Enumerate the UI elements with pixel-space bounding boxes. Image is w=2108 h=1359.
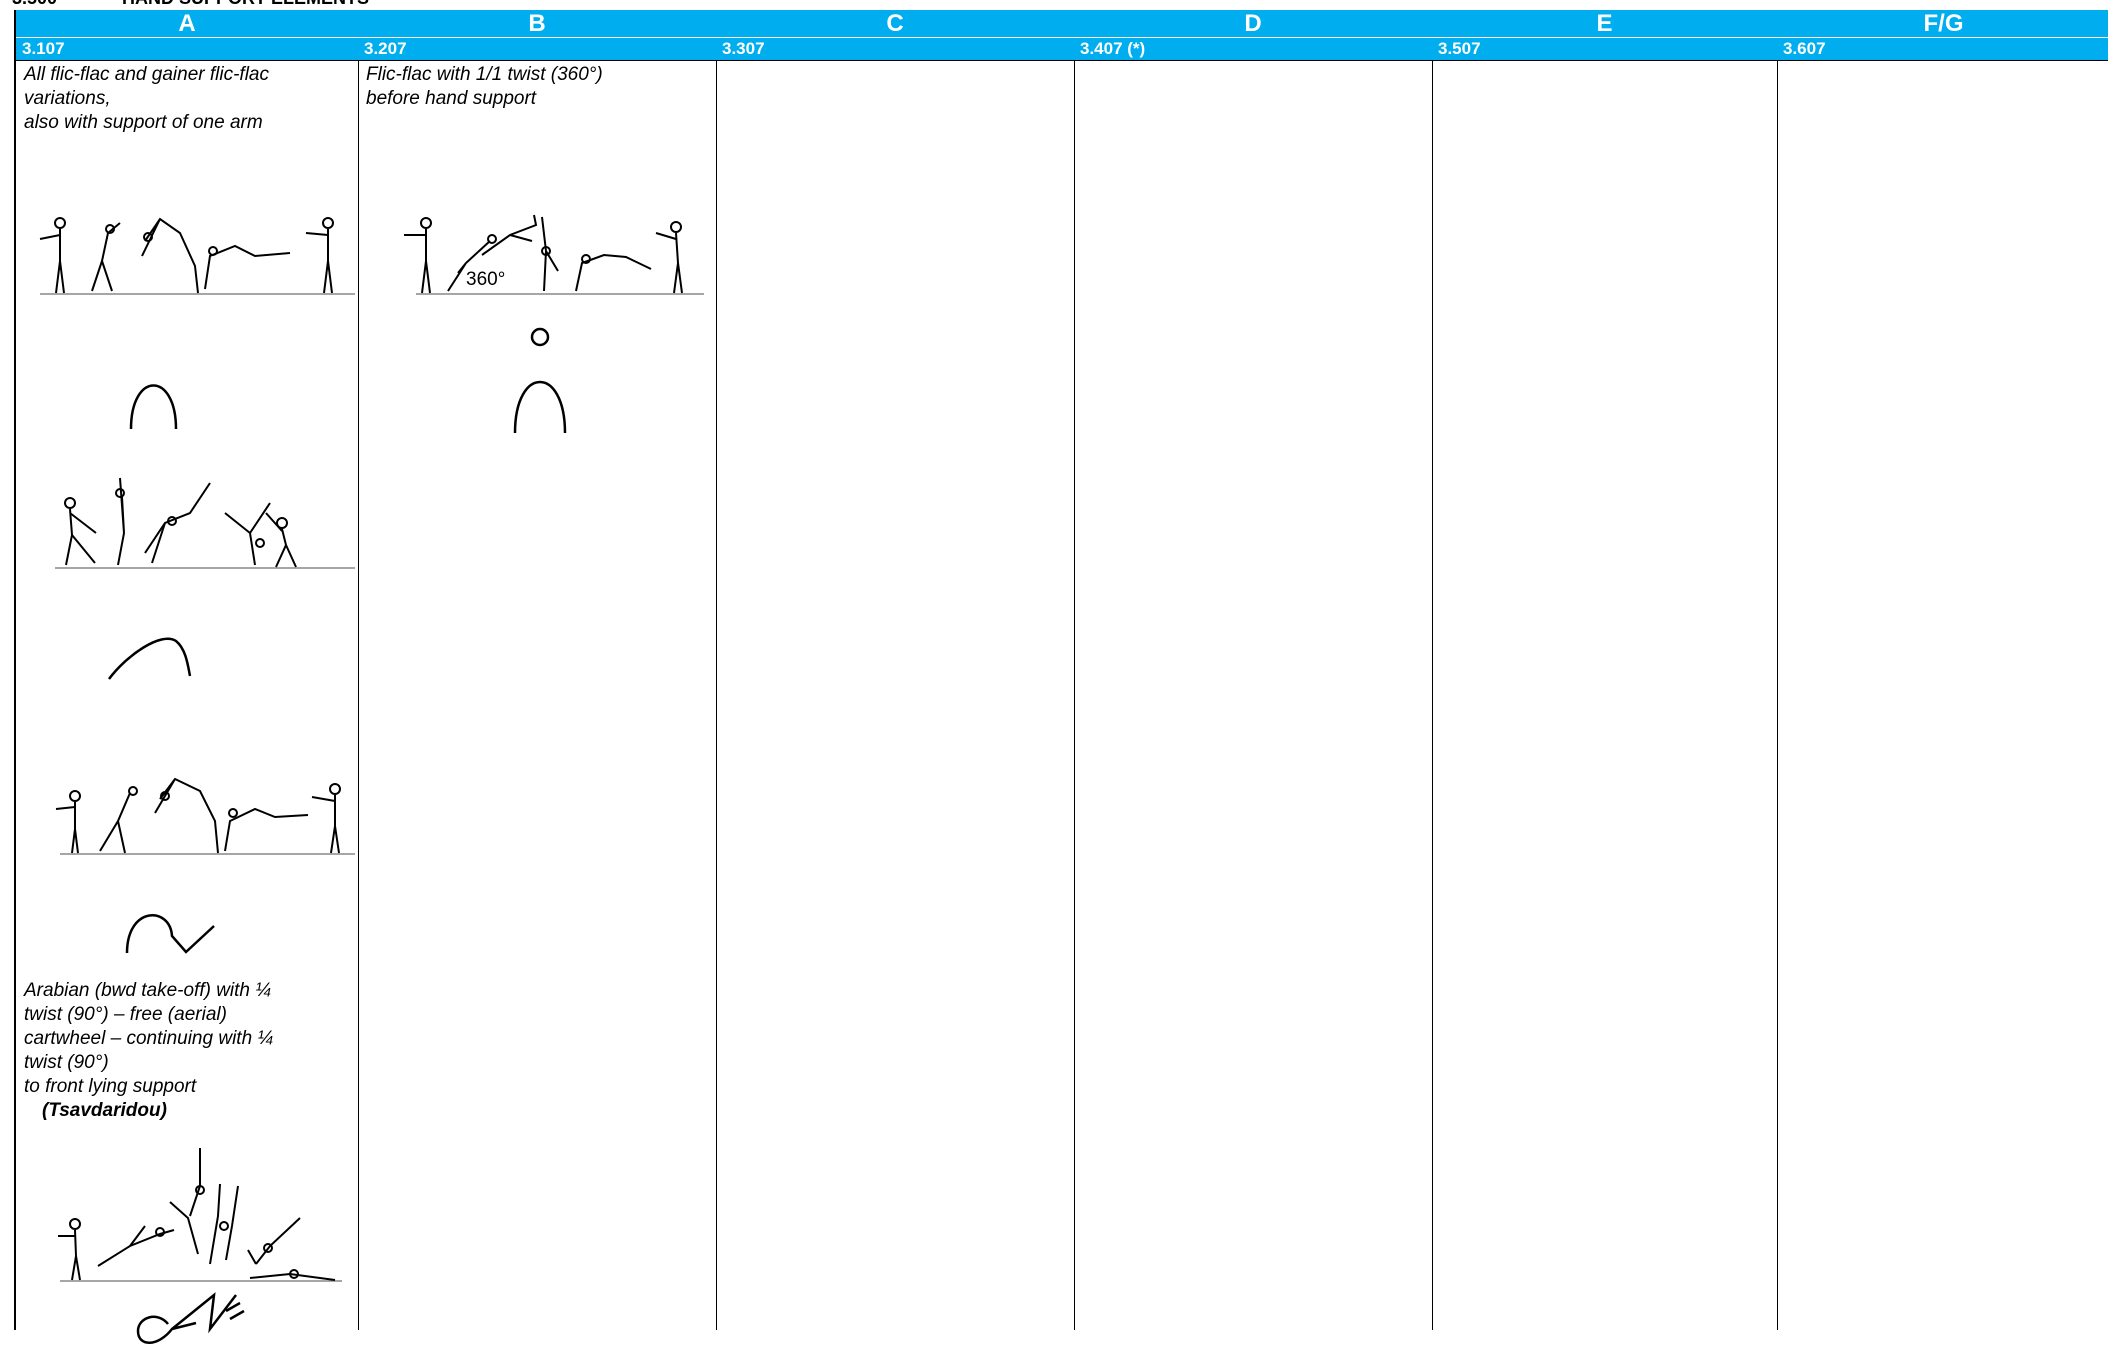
element-description-a1: All flic-flac and gainer flic-flac varia… (24, 64, 269, 133)
element-code-e: 3.507 (1432, 38, 1777, 61)
element-description-b1: Flic-flac with 1/1 twist (360°) before h… (366, 64, 603, 109)
column-b: B 3.207 Flic-flac with 1/1 twist (360°) … (358, 10, 717, 1330)
column-c: C 3.307 (716, 10, 1075, 1330)
flic-flac-one-arm-symbol-icon (125, 914, 215, 954)
section-heading: 3.500HAND SUPPORT ELEMENTS (12, 0, 369, 9)
tsavdaridou-figure-icon (58, 1148, 342, 1282)
column-e: E 3.507 (1432, 10, 1778, 1330)
flic-flac-symbol-icon (129, 384, 178, 430)
gainer-flic-flac-symbol-icon (107, 637, 192, 680)
element-code-c: 3.307 (716, 38, 1074, 61)
column-fg: F/G 3.607 (1777, 10, 2108, 1330)
column-header-b: B (358, 10, 716, 38)
gainer-flic-flac-figure-icon (55, 477, 355, 569)
element-code-d: 3.407 (*) (1074, 38, 1432, 61)
element-code-fg: 3.607 (1777, 38, 2108, 61)
element-name-tsavdaridou: (Tsavdaridou) (42, 1100, 167, 1121)
flic-flac-one-arm-figure-icon (55, 777, 355, 855)
tsavdaridou-symbol-icon (136, 1292, 245, 1344)
flic-flac-twist-figure-icon: 360° (404, 214, 704, 295)
element-description-a2: Arabian (bwd take-off) with ¼ twist (90°… (24, 979, 273, 1123)
column-header-fg: F/G (1777, 10, 2108, 38)
flic-flac-twist-symbol-icon (513, 327, 567, 434)
element-text-a2: Arabian (bwd take-off) with ¼ twist (90°… (24, 980, 274, 1097)
flic-flac-figure-icon (39, 217, 355, 295)
element-code-a: 3.107 (16, 38, 358, 61)
column-header-e: E (1432, 10, 1777, 38)
column-a: A 3.107 All flic-flac and gainer flic-fl… (16, 10, 359, 1344)
column-header-d: D (1074, 10, 1432, 38)
column-header-c: C (716, 10, 1074, 38)
elements-table: A 3.107 All flic-flac and gainer flic-fl… (14, 10, 2108, 1344)
section-number: 3.500 (12, 0, 122, 9)
twist-degree-label: 360° (466, 269, 505, 290)
section-title: HAND SUPPORT ELEMENTS (122, 0, 369, 8)
column-d: D 3.407 (*) (1074, 10, 1433, 1330)
column-header-a: A (16, 10, 358, 38)
element-code-b: 3.207 (358, 38, 716, 61)
